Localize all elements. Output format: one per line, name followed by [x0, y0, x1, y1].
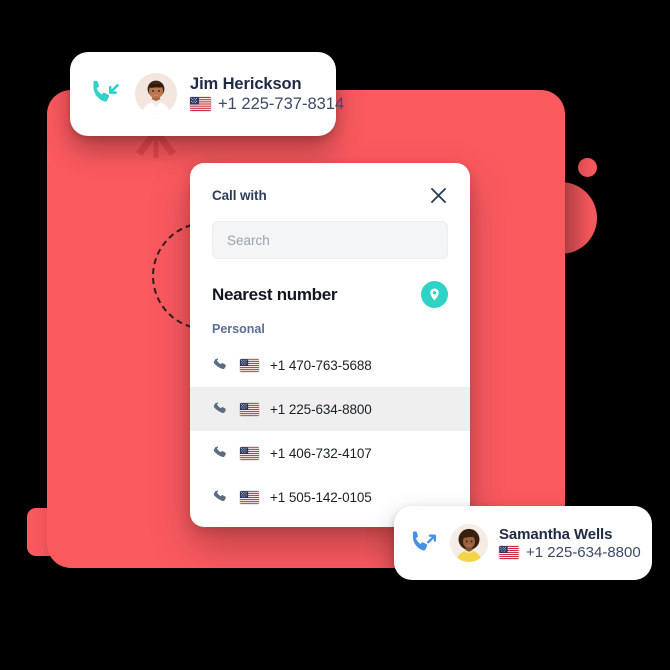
phone-icon	[213, 445, 226, 457]
phone-number: +1 505-142-0105	[270, 489, 372, 505]
close-icon[interactable]	[428, 185, 448, 205]
phone-icon	[213, 357, 226, 369]
number-row[interactable]: +1 406-732-4107	[190, 431, 470, 475]
contact-number-row: +1 225-737-8314	[190, 95, 344, 114]
us-flag-icon	[190, 97, 211, 111]
phone-icon	[213, 401, 226, 413]
dialog-header: Call with	[190, 163, 470, 205]
incoming-call-icon	[93, 80, 119, 102]
group-label: Personal	[212, 322, 265, 336]
phone-number: +1 225-634-8800	[270, 401, 372, 417]
app-canvas: Jim Herickson +1 225-737-8314 Call with …	[0, 0, 670, 670]
contact-number: +1 225-737-8314	[218, 94, 345, 113]
phone-number: +1 406-732-4107	[270, 445, 372, 461]
contact-name: Jim Herickson	[190, 74, 302, 93]
number-row[interactable]: +1 470-763-5688	[190, 343, 470, 387]
small-red-dot	[578, 158, 597, 177]
us-flag-icon	[240, 358, 259, 372]
phone-icon	[213, 489, 226, 501]
us-flag-icon	[499, 545, 519, 559]
number-row[interactable]: +1 225-634-8800	[190, 387, 470, 431]
outgoing-call-card[interactable]: Samantha Wells +1 225-634-8800	[394, 506, 652, 580]
nearest-number-row: Nearest number	[190, 259, 470, 308]
incoming-card-text: Jim Herickson +1 225-737-8314	[190, 74, 344, 114]
search-container	[190, 205, 470, 259]
nearest-number-heading: Nearest number	[212, 284, 338, 304]
dialog-title: Call with	[212, 187, 267, 203]
us-flag-icon	[240, 402, 259, 416]
contact-number-row: +1 225-634-8800	[499, 544, 641, 561]
call-with-dialog: Call with Nearest number Personal +1 470…	[190, 163, 470, 527]
number-list: +1 470-763-5688 +1 225-634-8800 +1 406-732…	[190, 343, 470, 519]
phone-number: +1 470-763-5688	[270, 357, 372, 373]
contact-name: Samantha Wells	[499, 525, 613, 543]
outgoing-card-text: Samantha Wells +1 225-634-8800	[499, 525, 641, 561]
location-pin-icon[interactable]	[421, 281, 448, 308]
search-input[interactable]	[212, 221, 448, 259]
avatar	[135, 73, 177, 115]
us-flag-icon	[240, 490, 259, 504]
contact-number: +1 225-634-8800	[526, 543, 641, 561]
outgoing-call-icon	[412, 530, 436, 550]
avatar	[450, 524, 488, 562]
incoming-call-card[interactable]: Jim Herickson +1 225-737-8314	[70, 52, 344, 136]
us-flag-icon	[240, 446, 259, 460]
